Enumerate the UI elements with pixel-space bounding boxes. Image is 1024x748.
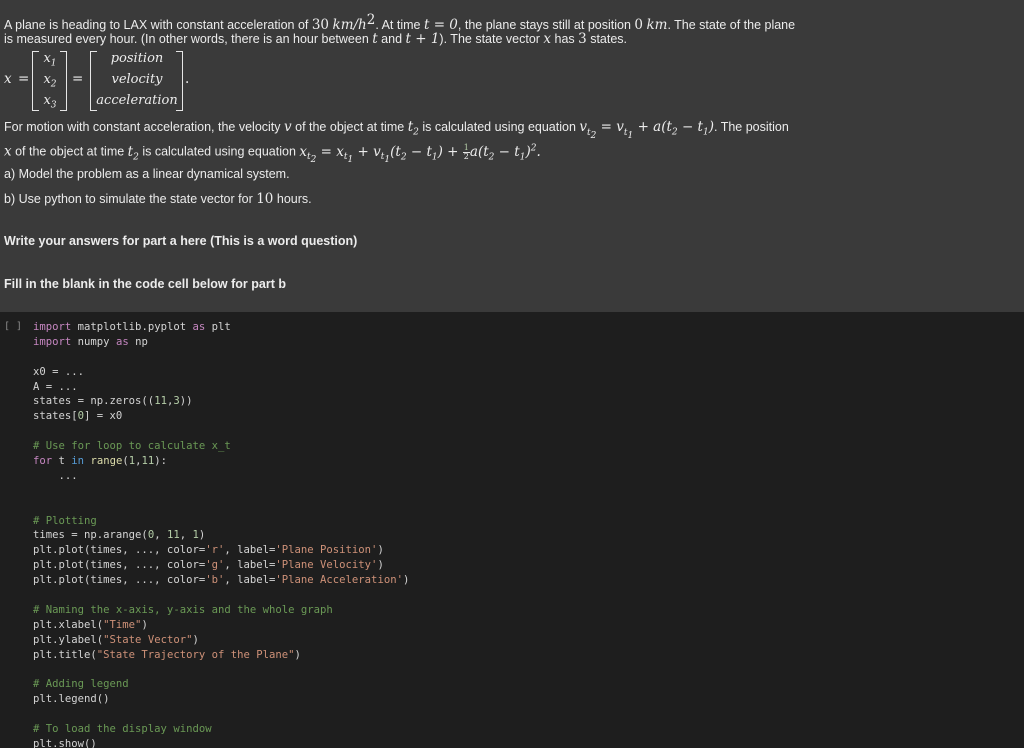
code-line: # Naming the x-axis, y-axis and the whol… xyxy=(33,603,333,616)
part-b-heading: Fill in the blank in the code cell below… xyxy=(4,277,286,291)
state-vector-matrix: x = x1 x2 x3 = position velocity acceler… xyxy=(4,51,190,111)
name-velocity: velocity xyxy=(111,72,163,87)
code-line: plt.xlabel("Time") xyxy=(33,618,148,631)
part-b-text: b) Use python to simulate the state vect… xyxy=(4,191,312,207)
code-line: plt.plot(times, ..., color='b', label='P… xyxy=(33,574,410,587)
code-line: plt.legend() xyxy=(33,693,110,706)
code-cell[interactable]: [ ] import matplotlib.pyplot as plt impor… xyxy=(0,312,1024,748)
part-a-heading: Write your answers for part a here (This… xyxy=(4,234,358,248)
cell-run-indicator[interactable]: [ ] xyxy=(4,321,22,332)
code-line: ... xyxy=(33,469,78,482)
code-line: plt.title("State Trajectory of the Plane… xyxy=(33,648,301,661)
component-x3: x3 xyxy=(43,93,57,111)
left-bracket-1 xyxy=(32,51,39,111)
right-bracket-2 xyxy=(176,51,183,111)
part-a-text: a) Model the problem as a linear dynamic… xyxy=(4,167,290,181)
code-line: # Adding legend xyxy=(33,678,129,691)
code-line: states[0] = x0 xyxy=(33,410,123,423)
markdown-cell[interactable]: A plane is heading to LAX with constant … xyxy=(0,0,1024,312)
code-line: # Use for loop to calculate x_t xyxy=(33,440,231,453)
component-x2: x2 xyxy=(43,72,57,90)
code-line: import numpy as np xyxy=(33,335,148,348)
right-bracket-1 xyxy=(60,51,67,111)
code-editor[interactable]: import matplotlib.pyplot as plt import nu… xyxy=(33,320,409,748)
code-line: plt.ylabel("State Vector") xyxy=(33,633,199,646)
code-line: times = np.arange(0, 11, 1) xyxy=(33,529,206,542)
name-acceleration: acceleration xyxy=(96,93,178,108)
code-line: plt.plot(times, ..., color='g', label='P… xyxy=(33,559,384,572)
matrix-x-label: x xyxy=(4,71,12,87)
name-position: position xyxy=(110,51,164,66)
component-x1: x1 xyxy=(43,51,57,69)
code-line: import matplotlib.pyplot as plt xyxy=(33,321,231,333)
code-line: for t in range(1,11): xyxy=(33,455,168,468)
code-line: plt.plot(times, ..., color='r', label='P… xyxy=(33,544,384,557)
code-line: plt.show() xyxy=(33,737,97,748)
question-line-2: is measured every hour. (In other words,… xyxy=(4,31,628,47)
code-line: # To load the display window xyxy=(33,723,212,736)
code-line: x0 = ... xyxy=(33,365,85,378)
code-line: A = ... xyxy=(33,380,78,393)
code-line: # Plotting xyxy=(33,514,97,527)
code-line: states = np.zeros((11,3)) xyxy=(33,395,193,408)
